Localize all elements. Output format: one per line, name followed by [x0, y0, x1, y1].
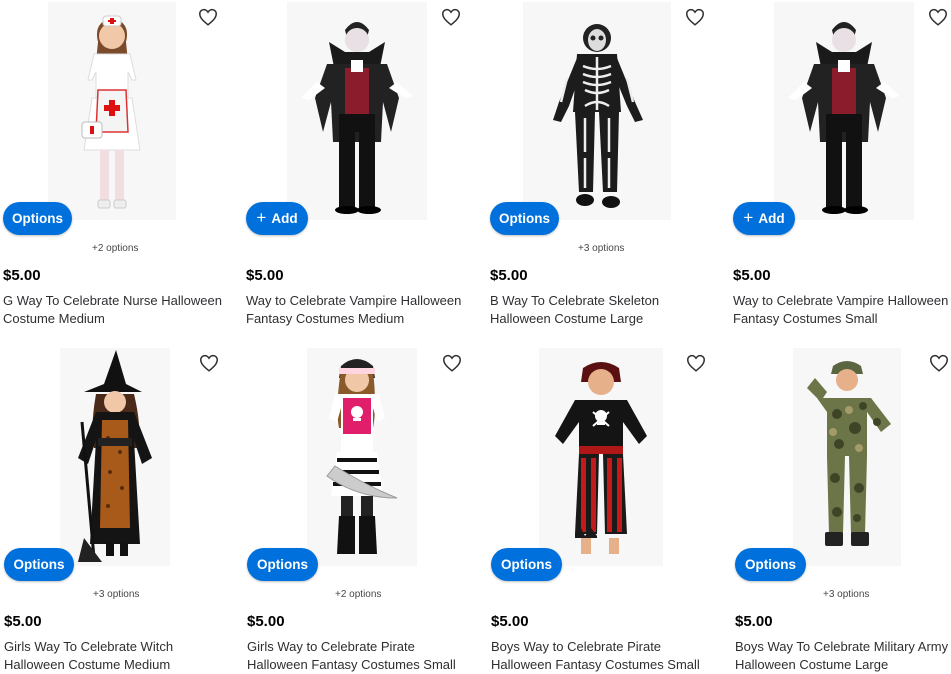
product-image[interactable] [523, 2, 671, 220]
product-price: $5.00 [491, 613, 529, 630]
product-title[interactable]: Boys Way To Celebrate Military Army Hall… [735, 638, 949, 674]
product-title[interactable]: Girls Way to Celebrate Pirate Halloween … [247, 638, 479, 674]
product-price: $5.00 [246, 267, 284, 284]
product-price: $5.00 [733, 267, 771, 284]
favorite-heart-icon[interactable] [927, 6, 949, 28]
product-image[interactable] [539, 348, 663, 566]
button-label: Options [12, 211, 63, 226]
product-card[interactable]: Options $5.00 Boys Way to Celebrate Pira… [487, 346, 725, 674]
product-title[interactable]: B Way To Celebrate Skeleton Halloween Co… [490, 292, 722, 328]
options-count: +2 options [335, 589, 382, 600]
product-image[interactable] [793, 348, 901, 566]
add-to-cart-button[interactable]: + Add [246, 202, 308, 235]
plus-icon: + [743, 208, 754, 227]
button-label: Options [257, 557, 308, 572]
product-title[interactable]: Girls Way To Celebrate Witch Halloween C… [4, 638, 236, 674]
product-price: $5.00 [490, 267, 528, 284]
plus-icon: + [256, 208, 267, 227]
product-image[interactable] [774, 2, 914, 220]
product-price: $5.00 [3, 267, 41, 284]
favorite-heart-icon[interactable] [441, 352, 463, 374]
favorite-heart-icon[interactable] [440, 6, 462, 28]
options-count: +3 options [578, 243, 625, 254]
product-price: $5.00 [4, 613, 42, 630]
button-label: Add [758, 211, 785, 226]
favorite-heart-icon[interactable] [928, 352, 950, 374]
options-count: +3 options [823, 589, 870, 600]
options-count: +3 options [93, 589, 140, 600]
options-button[interactable]: Options [735, 548, 806, 581]
favorite-heart-icon[interactable] [198, 352, 220, 374]
options-button[interactable]: Options [4, 548, 74, 581]
product-price: $5.00 [247, 613, 285, 630]
product-card[interactable]: + Add $5.00 Way to Celebrate Vampire Hall… [730, 0, 951, 337]
options-count: +2 options [92, 243, 139, 254]
product-card[interactable]: + Add $5.00 Way to Celebrate Vampire Hall… [243, 0, 481, 337]
button-label: Options [501, 557, 552, 572]
add-to-cart-button[interactable]: + Add [733, 202, 795, 235]
product-image[interactable] [48, 2, 176, 220]
options-button[interactable]: Options [491, 548, 562, 581]
button-label: Add [271, 211, 298, 226]
favorite-heart-icon[interactable] [685, 352, 707, 374]
favorite-heart-icon[interactable] [684, 6, 706, 28]
product-card[interactable]: Options +2 options $5.00 G Way To Celebr… [0, 0, 238, 337]
product-title[interactable]: Way to Celebrate Vampire Halloween Fanta… [733, 292, 949, 328]
options-button[interactable]: Options [490, 202, 559, 235]
product-grid: Options +2 options $5.00 G Way To Celebr… [0, 0, 951, 674]
product-image[interactable] [60, 348, 170, 566]
product-card[interactable]: Options +3 options $5.00 Girls Way To Ce… [0, 346, 238, 674]
product-card[interactable]: Options +3 options $5.00 Boys Way To Cel… [731, 346, 951, 674]
product-title[interactable]: Boys Way to Celebrate Pirate Halloween F… [491, 638, 723, 674]
product-title[interactable]: G Way To Celebrate Nurse Halloween Costu… [3, 292, 235, 328]
button-label: Options [499, 211, 550, 226]
product-image[interactable] [307, 348, 417, 566]
product-card[interactable]: Options +3 options $5.00 B Way To Celebr… [487, 0, 725, 337]
button-label: Options [13, 557, 65, 572]
options-button[interactable]: Options [3, 202, 72, 235]
product-title[interactable]: Way to Celebrate Vampire Halloween Fanta… [246, 292, 478, 328]
product-card[interactable]: Options +2 options $5.00 Girls Way to Ce… [243, 346, 481, 674]
button-label: Options [745, 557, 796, 572]
product-price: $5.00 [735, 613, 773, 630]
favorite-heart-icon[interactable] [197, 6, 219, 28]
options-button[interactable]: Options [247, 548, 318, 581]
product-image[interactable] [287, 2, 427, 220]
